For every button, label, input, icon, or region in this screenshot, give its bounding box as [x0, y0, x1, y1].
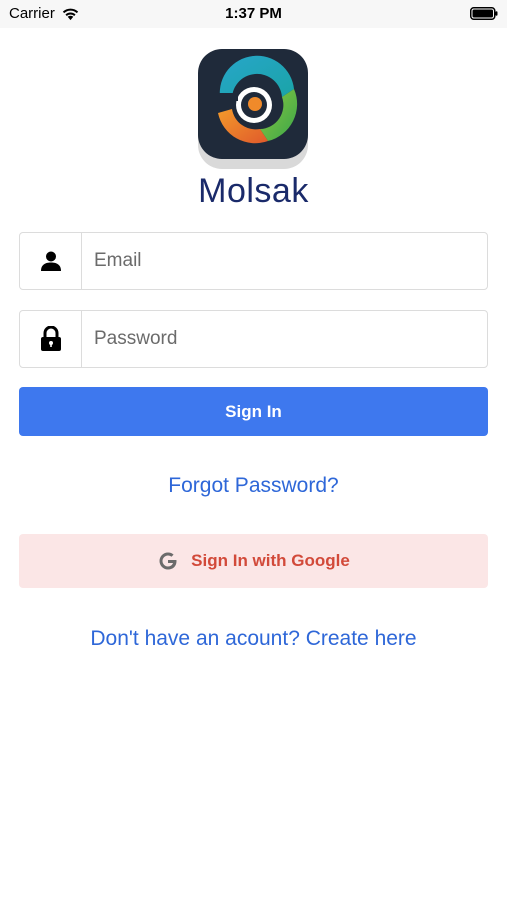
app-logo	[197, 49, 311, 171]
password-input[interactable]	[82, 311, 487, 367]
password-field[interactable]	[19, 310, 488, 368]
email-icon-box	[20, 233, 82, 289]
sign-in-label: Sign In	[225, 401, 282, 421]
app-name: Molsak	[198, 172, 309, 210]
logo-tile	[198, 49, 308, 159]
email-field[interactable]	[19, 232, 488, 290]
google-sign-in-button[interactable]: Sign In with Google	[19, 534, 488, 588]
clock: 1:37 PM	[225, 5, 282, 22]
google-icon	[159, 552, 177, 570]
logo-graphic	[212, 55, 298, 144]
battery-icon	[470, 7, 498, 20]
email-input[interactable]	[82, 233, 487, 289]
person-icon	[40, 251, 61, 271]
google-sign-in-label: Sign In with Google	[191, 551, 350, 570]
lock-icon	[40, 326, 61, 351]
create-account-link[interactable]: Don't have an acount? Create here	[0, 627, 507, 651]
status-bar: Carrier 1:37 PM	[0, 0, 507, 28]
login-screen: Carrier 1:37 PM Molsak Email Sign In For…	[0, 0, 507, 900]
password-icon-box	[20, 311, 82, 367]
sign-in-button[interactable]: Sign In	[19, 387, 488, 436]
forgot-password-link[interactable]: Forgot Password?	[0, 474, 507, 498]
